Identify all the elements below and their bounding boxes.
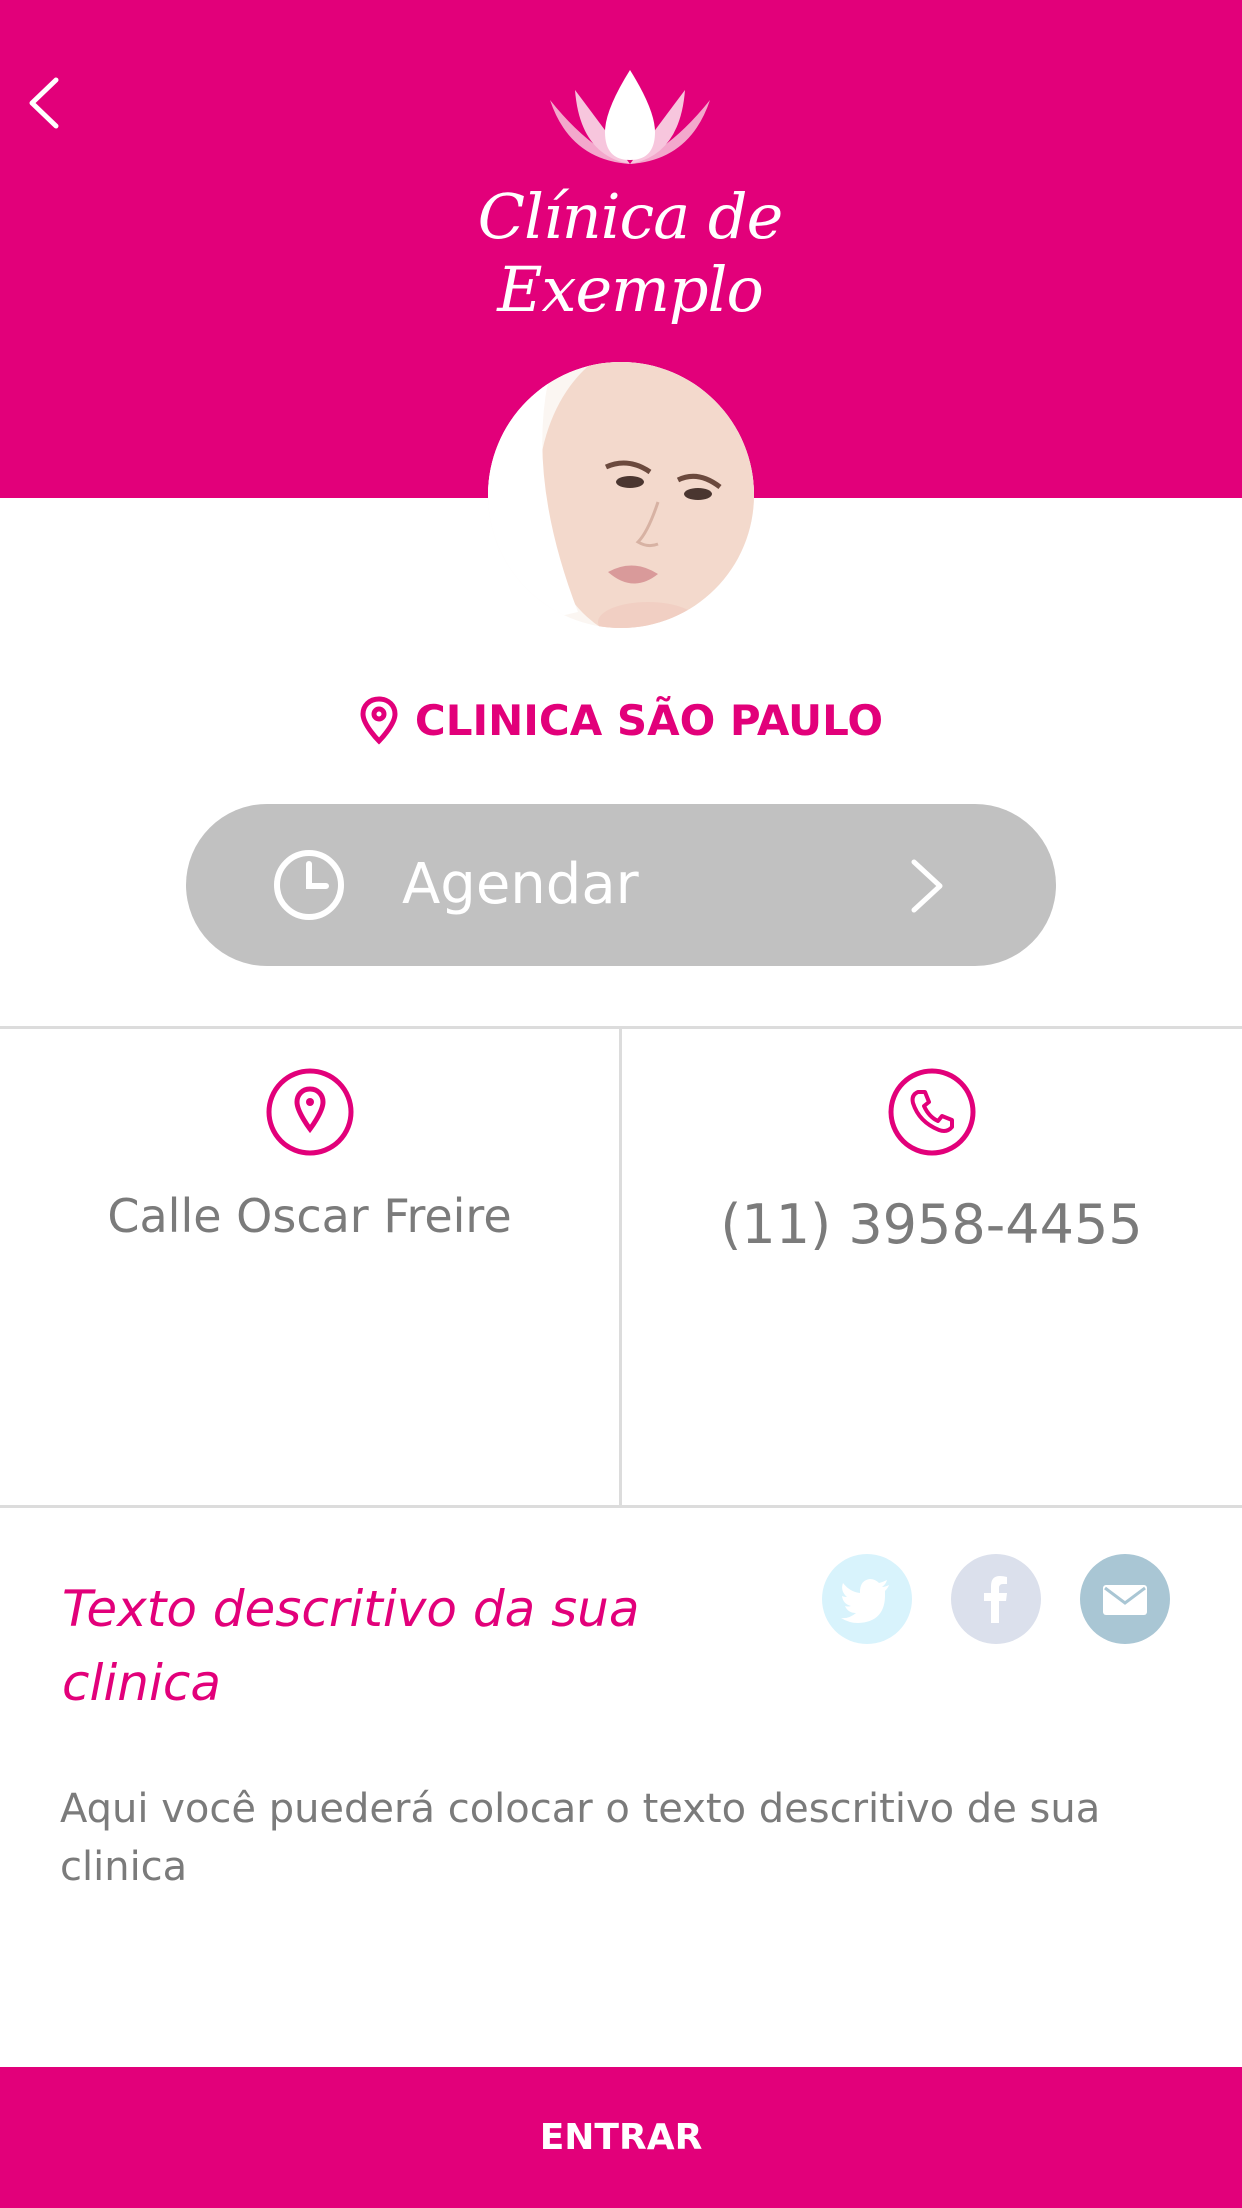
description-title: Texto descritivo da sua clinica	[62, 1580, 640, 1712]
schedule-button[interactable]: Agendar	[186, 804, 1056, 966]
phone-text: (11) 3958-4455	[720, 1193, 1143, 1256]
phone-icon	[888, 1068, 975, 1156]
clinic-name: CLINICA SÃO PAULO	[414, 695, 884, 745]
clinic-logo: Clínica de Exemplo	[400, 60, 860, 326]
address-cell[interactable]: Calle Oscar Freire	[0, 1029, 619, 1505]
clock-icon	[274, 850, 344, 920]
twitter-icon	[841, 1579, 889, 1623]
logo-text: Clínica de Exemplo	[477, 180, 784, 326]
twitter-button[interactable]	[822, 1554, 912, 1644]
chevron-right-icon	[911, 859, 943, 913]
location-pin-icon	[266, 1068, 353, 1156]
mail-icon	[1103, 1585, 1147, 1615]
address-text: Calle Oscar Freire	[107, 1189, 512, 1243]
chevron-left-icon	[29, 77, 59, 129]
description-body: Aqui você puederá colocar o texto descri…	[60, 1786, 1101, 1890]
schedule-label: Agendar	[402, 852, 639, 917]
clinic-name-row: CLINICA SÃO PAULO	[0, 685, 1242, 755]
enter-button[interactable]: ENTRAR	[0, 2067, 1242, 2208]
phone-cell[interactable]: (11) 3958-4455	[622, 1029, 1241, 1505]
location-pin-icon	[360, 696, 398, 745]
facebook-icon	[984, 1576, 1007, 1623]
email-button[interactable]	[1080, 1554, 1170, 1644]
back-button[interactable]	[18, 68, 68, 138]
facebook-button[interactable]	[951, 1554, 1041, 1644]
info-grid: Calle Oscar Freire (11) 3958-4455	[0, 1026, 1242, 1508]
lotus-drop-icon	[550, 70, 710, 164]
face-image	[488, 362, 754, 628]
clinic-avatar	[488, 362, 754, 628]
